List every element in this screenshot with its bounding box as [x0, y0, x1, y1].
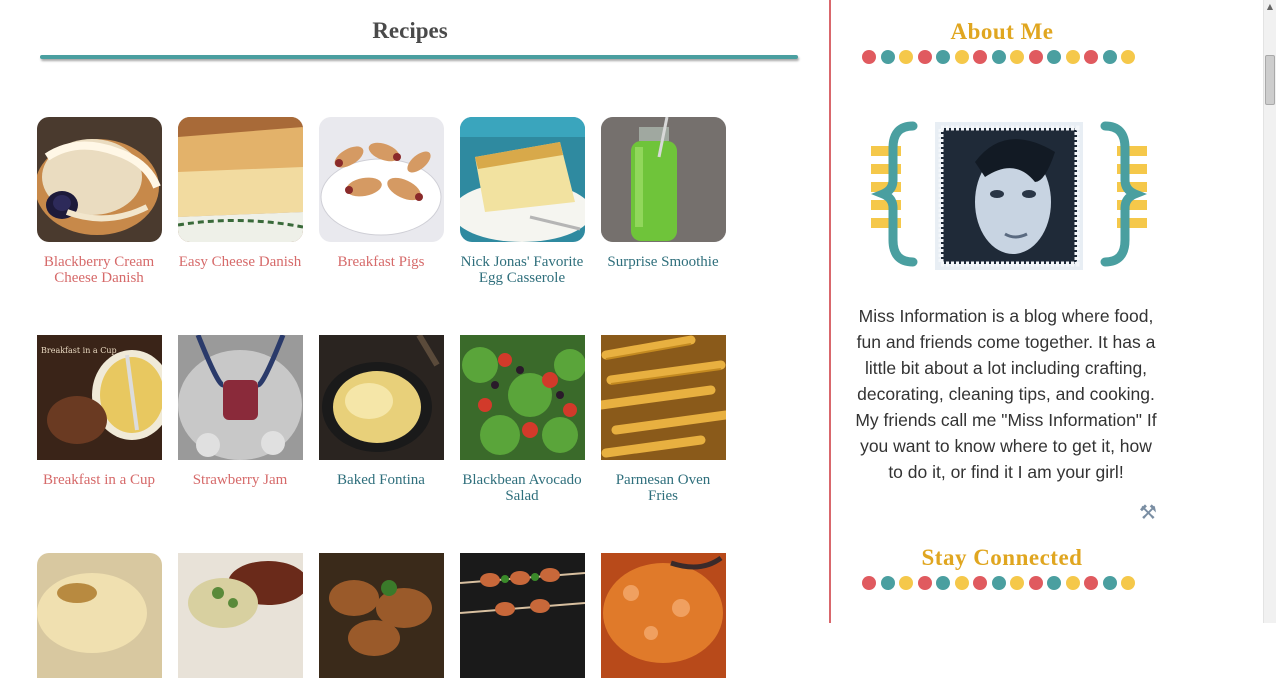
chicken-wings-photo[interactable]	[319, 553, 444, 678]
oven-fries-photo[interactable]	[601, 335, 726, 460]
scrollbar-thumb[interactable]	[1265, 55, 1275, 105]
recipe-tile[interactable]: Parmesan Oven Fries	[601, 335, 727, 504]
avocado-salad-photo[interactable]	[460, 335, 585, 460]
divider-dot	[954, 576, 969, 590]
recipe-label[interactable]: Surprise Smoothie	[600, 254, 726, 270]
divider-dot	[917, 576, 932, 590]
recipe-label[interactable]: Easy Cheese Danish	[177, 254, 303, 270]
divider-dot	[1047, 50, 1061, 64]
main-content: Recipes Blackberry Cream Cheese Danish E…	[0, 0, 829, 678]
svg-text:Breakfast in a Cup: Breakfast in a Cup	[41, 346, 117, 355]
dotted-divider	[862, 50, 1142, 64]
divider-dot	[880, 50, 895, 64]
recipe-label[interactable]: Strawberry Jam	[177, 472, 303, 488]
tools-cursor-icon: ⚒	[1139, 500, 1157, 524]
green-smoothie-photo[interactable]	[601, 117, 726, 242]
breakfast-cup-photo[interactable]: Breakfast in a Cup	[37, 335, 162, 460]
divider-dot	[1010, 576, 1024, 590]
recipe-label[interactable]: Breakfast Pigs	[318, 254, 444, 270]
recipe-tile[interactable]: Blackbean Avocado Salad	[460, 335, 586, 504]
recipe-tile[interactable]: Nick Jonas' Favorite Egg Casserole	[460, 117, 586, 286]
recipes-heading: Recipes	[372, 18, 448, 43]
recipe-tile[interactable]: Easy Cheese Danish	[178, 117, 304, 270]
scroll-up-arrow-icon[interactable]: ▲	[1264, 0, 1276, 14]
profile-frame	[870, 118, 1148, 278]
divider-dot	[954, 50, 969, 64]
divider-dot	[899, 576, 913, 590]
divider-dot	[899, 50, 913, 64]
steak-plate-photo[interactable]	[178, 553, 303, 678]
recipe-tile[interactable]: Breakfast Pigs	[319, 117, 445, 270]
recipe-tile[interactable]	[601, 553, 727, 678]
recipe-tile[interactable]: Breakfast in a Cup Breakfast in a Cup	[37, 335, 163, 488]
egg-casserole-photo[interactable]	[460, 117, 585, 242]
recipe-label[interactable]: Blackberry Cream Cheese Danish	[36, 254, 162, 286]
divider-dot	[917, 50, 932, 64]
about-me-text: Miss Information is a blog where food, f…	[855, 306, 1157, 482]
blackberry-danish-photo[interactable]	[37, 117, 162, 242]
divider-dot	[1047, 576, 1061, 590]
recipe-label[interactable]: Nick Jonas' Favorite Egg Casserole	[459, 254, 585, 286]
divider-dot	[1028, 50, 1043, 64]
recipe-tile[interactable]	[319, 553, 445, 678]
vertical-scrollbar[interactable]: ▲	[1263, 0, 1276, 623]
stay-connected-heading: Stay Connected	[921, 545, 1083, 570]
divider-dot	[1010, 50, 1024, 64]
divider-dot	[1065, 576, 1080, 590]
cheese-danish-photo[interactable]	[178, 117, 303, 242]
divider-dot	[936, 576, 950, 590]
recipe-tile[interactable]	[460, 553, 586, 678]
recipe-label[interactable]: Breakfast in a Cup	[36, 472, 162, 488]
divider-dot	[991, 50, 1006, 64]
skewers-photo[interactable]	[460, 553, 585, 678]
recipe-tile[interactable]: Baked Fontina	[319, 335, 445, 488]
recipe-tile[interactable]	[37, 553, 163, 678]
divider-dot	[973, 576, 987, 590]
sidebar: About Me Miss Information is a blog wher…	[831, 0, 1263, 623]
dotted-divider	[862, 576, 1142, 590]
divider-dot	[973, 50, 987, 64]
strawberry-jam-photo[interactable]	[178, 335, 303, 460]
baked-fontina-photo[interactable]	[319, 335, 444, 460]
recipe-tile[interactable]: Surprise Smoothie	[601, 117, 727, 270]
breakfast-pigs-photo[interactable]	[319, 117, 444, 242]
divider-dot	[1102, 50, 1117, 64]
divider-dot	[1102, 576, 1117, 590]
divider-dot	[1065, 50, 1080, 64]
recipe-tile[interactable]: Strawberry Jam	[178, 335, 304, 488]
about-me-heading: About Me	[950, 19, 1054, 44]
divider-dot	[880, 576, 895, 590]
divider-dot	[936, 50, 950, 64]
divider-dot	[1121, 50, 1135, 64]
divider-dot	[1084, 576, 1098, 590]
divider-dot	[862, 50, 876, 64]
recipe-tile[interactable]: Blackberry Cream Cheese Danish	[37, 117, 163, 286]
recipe-label[interactable]: Baked Fontina	[318, 472, 444, 488]
divider-dot	[1084, 50, 1098, 64]
divider-dot	[1028, 576, 1043, 590]
recipes-heading-rule	[40, 55, 798, 59]
divider-dot	[991, 576, 1006, 590]
casserole-photo[interactable]	[37, 553, 162, 678]
divider-dot	[1121, 576, 1135, 590]
divider-dot	[862, 576, 876, 590]
profile-photo	[935, 122, 1083, 270]
soup-photo[interactable]	[601, 553, 726, 678]
recipe-tile[interactable]	[178, 553, 304, 678]
recipe-label[interactable]: Parmesan Oven Fries	[600, 472, 726, 504]
recipe-label[interactable]: Blackbean Avocado Salad	[459, 472, 585, 504]
